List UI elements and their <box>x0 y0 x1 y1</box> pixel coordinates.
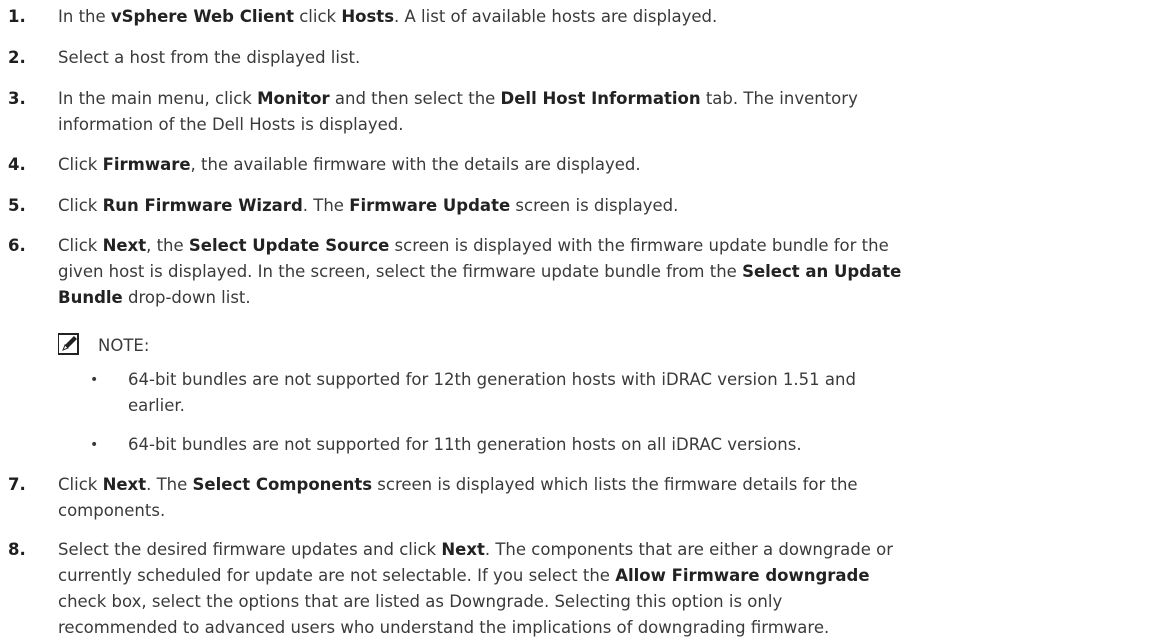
ui-term: Select Update Source <box>188 236 390 255</box>
step-line: Select the desired firmware updates and … <box>58 537 893 563</box>
ui-term: Select Components <box>192 475 373 494</box>
step-number: 2. <box>8 48 26 67</box>
step-line: Click Run Firmware Wizard. The Firmware … <box>58 193 678 219</box>
step-line: check box, select the options that are l… <box>58 589 893 615</box>
ui-term: vSphere Web Client <box>110 7 294 26</box>
step-number: 5. <box>8 196 26 215</box>
text-run: check box, select the options that are l… <box>58 592 783 611</box>
step-line: Bundle drop-down list. <box>58 285 901 311</box>
text-run: click <box>293 7 342 26</box>
bullet-line: 64-bit bundles are not supported for 11t… <box>128 435 802 454</box>
text-run: Select a host from the displayed list. <box>58 48 361 67</box>
bullet-line: earlier. <box>128 396 185 415</box>
ui-term: Hosts <box>341 7 395 26</box>
ui-term: Select an Update <box>742 262 902 281</box>
bullet-line: 64-bit bundles are not supported for 12t… <box>128 370 856 389</box>
ui-term: Dell Host Information <box>500 89 701 108</box>
ui-term: Firmware <box>102 155 191 174</box>
text-run: , the <box>146 236 189 255</box>
ui-term: Next <box>441 540 485 559</box>
text-run: tab. The inventory <box>700 89 858 108</box>
ui-term: Allow Firmware downgrade <box>615 566 870 585</box>
step-number: 7. <box>8 475 26 494</box>
text-run: In the <box>58 7 111 26</box>
ui-term: Monitor <box>257 89 330 108</box>
text-run: Click <box>58 196 103 215</box>
step-line: In the main menu, click Monitor and then… <box>58 86 858 112</box>
step-line: Click Firmware, the available firmware w… <box>58 152 641 178</box>
text-run: screen is displayed with the firmware up… <box>389 236 889 255</box>
text-run: currently scheduled for update are not s… <box>58 566 616 585</box>
text-run: . The <box>302 196 350 215</box>
step-line: Click Next, the Select Update Source scr… <box>58 233 901 259</box>
step-text: In the main menu, click Monitor and then… <box>58 86 858 138</box>
step-line: recommended to advanced users who unders… <box>58 615 893 641</box>
text-run: and then select the <box>329 89 501 108</box>
step-number: 6. <box>8 236 26 255</box>
ui-term: Next <box>102 236 147 255</box>
ui-term: Firmware Update <box>349 196 511 215</box>
step-number: 8. <box>8 540 26 559</box>
text-run: recommended to advanced users who unders… <box>58 618 830 637</box>
bullet-dot: • <box>90 437 99 453</box>
text-run: , the available firmware with the detail… <box>190 155 641 174</box>
step-number: 4. <box>8 155 26 174</box>
bullet-dot: • <box>90 372 99 388</box>
text-run: In the main menu, click <box>58 89 258 108</box>
ui-term: Next <box>102 475 147 494</box>
step-line: components. <box>58 498 858 524</box>
document-page: 1. In the vSphere Web Client click Hosts… <box>0 0 1153 642</box>
note-heading: NOTE: <box>58 333 149 359</box>
text-run: screen is displayed. <box>510 196 679 215</box>
step-text: In the vSphere Web Client click Hosts. A… <box>58 4 717 30</box>
step-line: In the vSphere Web Client click Hosts. A… <box>58 4 717 30</box>
step-text: Select the desired firmware updates and … <box>58 537 893 641</box>
text-run: Click <box>58 236 103 255</box>
step-text: Click Run Firmware Wizard. The Firmware … <box>58 193 678 219</box>
step-line: currently scheduled for update are not s… <box>58 563 893 589</box>
step-text: Click Next, the Select Update Source scr… <box>58 233 901 311</box>
ui-term: Bundle <box>58 288 123 307</box>
text-run: . A list of available hosts are displaye… <box>394 7 718 26</box>
text-run: information of the Dell Hosts is display… <box>58 115 404 134</box>
step-text: Click Next. The Select Components screen… <box>58 472 858 524</box>
step-line: given host is displayed. In the screen, … <box>58 259 901 285</box>
ui-term: Run Firmware Wizard <box>102 196 303 215</box>
text-run: . The components that are either a downg… <box>484 540 893 559</box>
step-line: information of the Dell Hosts is display… <box>58 112 858 138</box>
text-run: components. <box>58 501 166 520</box>
text-run: Click <box>58 155 103 174</box>
step-text: Select a host from the displayed list. <box>58 45 360 71</box>
step-number: 1. <box>8 7 26 26</box>
text-run: Click <box>58 475 103 494</box>
pencil-note-icon <box>58 333 79 355</box>
text-run: Select the desired firmware updates and … <box>58 540 442 559</box>
text-run: . The <box>146 475 193 494</box>
step-line: Click Next. The Select Components screen… <box>58 472 858 498</box>
text-run: screen is displayed which lists the firm… <box>372 475 858 494</box>
text-run: drop-down list. <box>122 288 251 307</box>
step-number: 3. <box>8 89 26 108</box>
step-text: Click Firmware, the available firmware w… <box>58 152 641 178</box>
step-line: Select a host from the displayed list. <box>58 45 360 71</box>
text-run: given host is displayed. In the screen, … <box>58 262 743 281</box>
note-label: NOTE: <box>98 336 150 355</box>
